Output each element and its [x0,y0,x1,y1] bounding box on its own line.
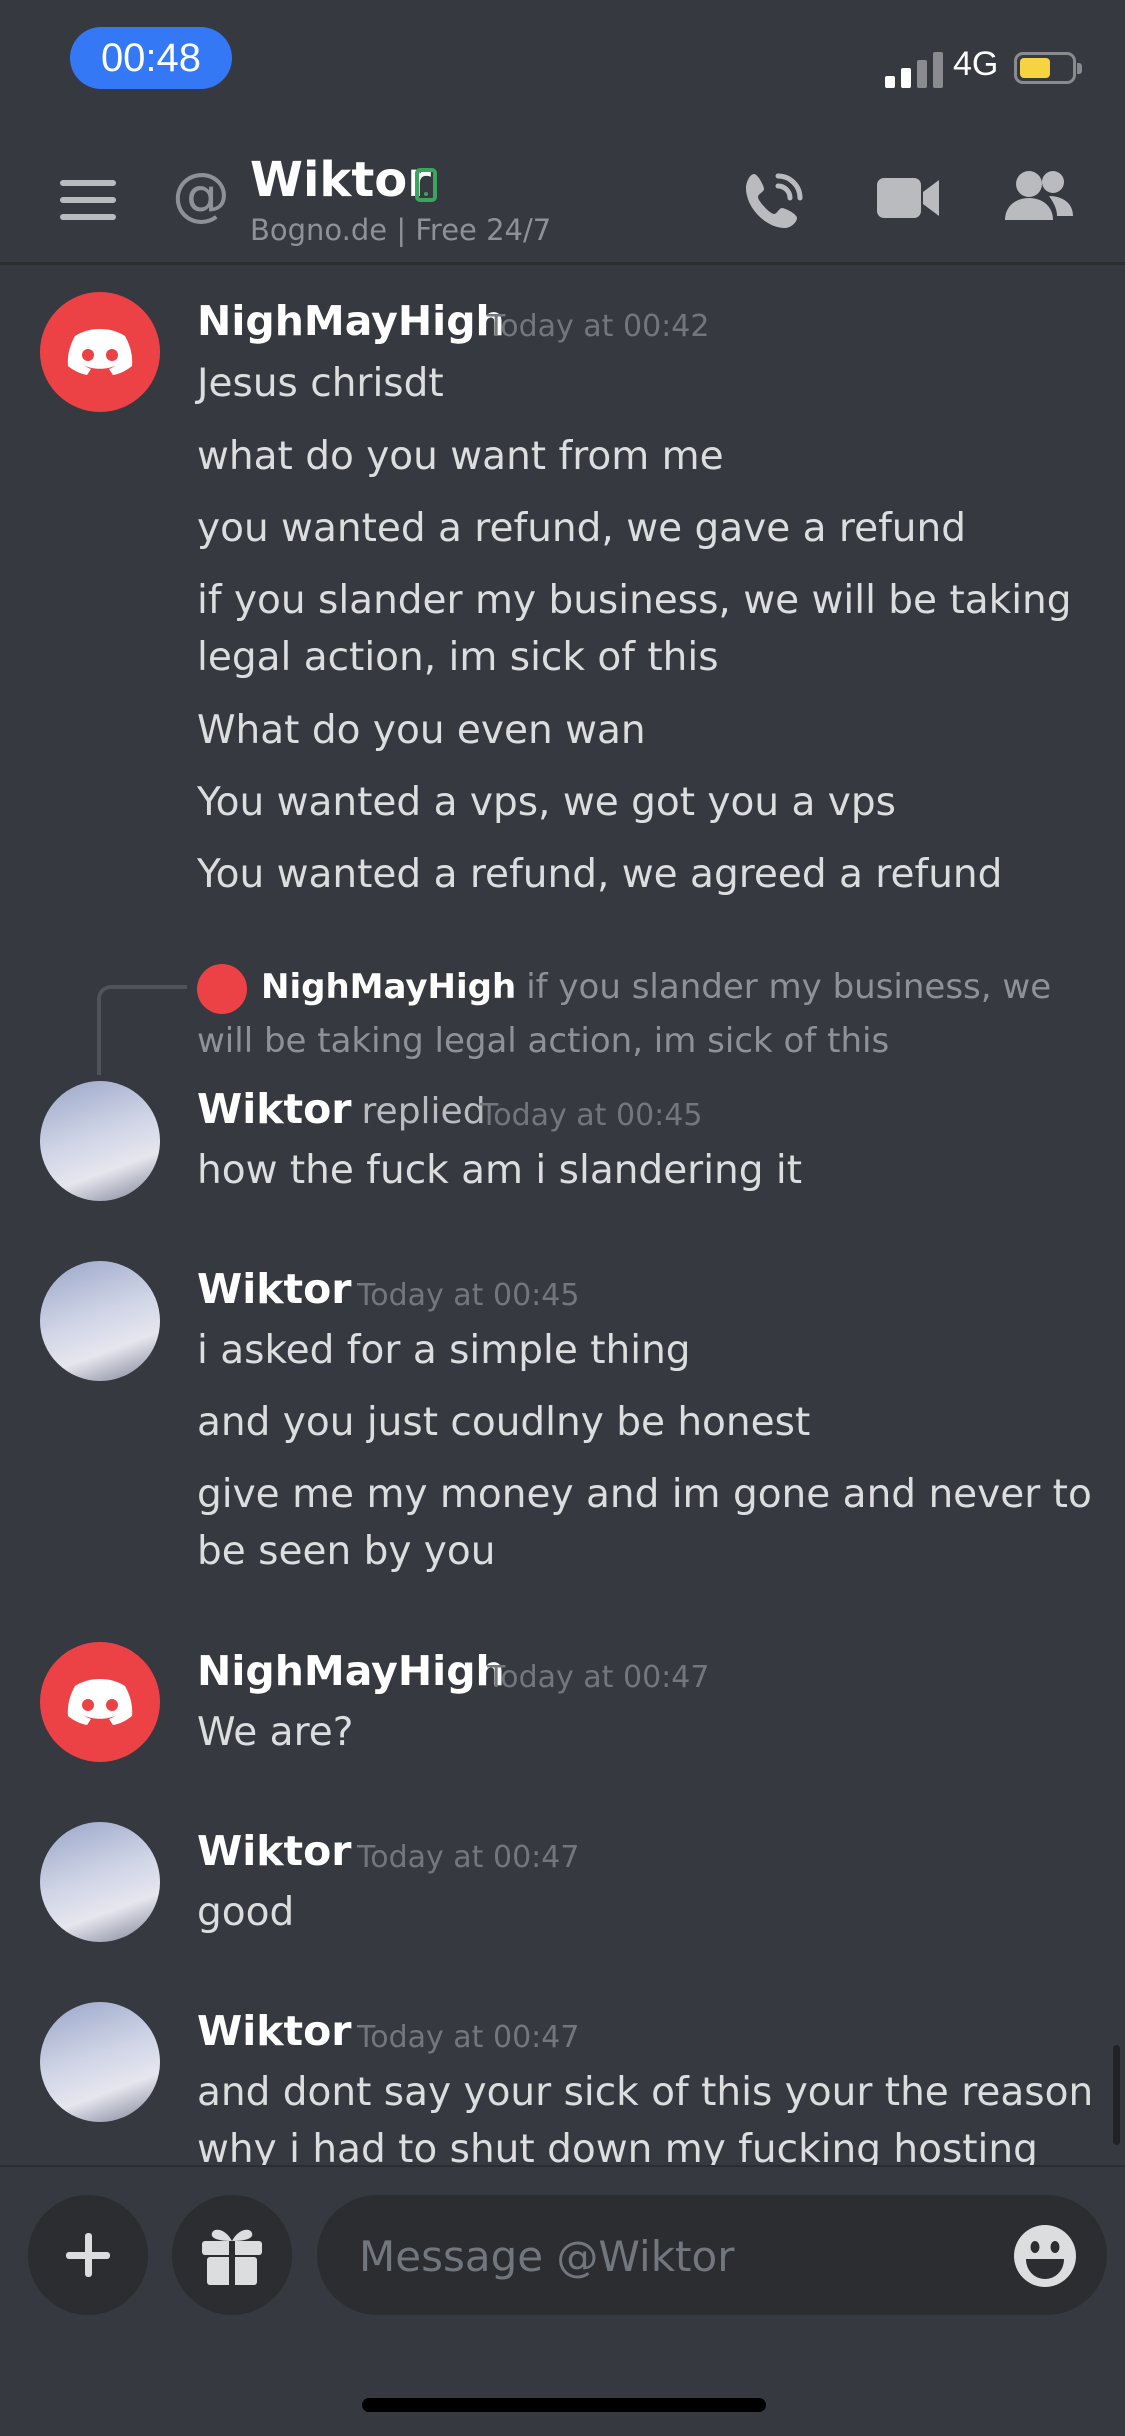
message-line[interactable]: you wanted a refund, we gave a refund [197,500,1097,557]
message-timestamp: Today at 00:45 [480,1098,703,1133]
network-type: 4G [953,45,999,83]
message-line[interactable]: if you slander my business, we will be t… [197,572,1097,686]
message-timestamp: Today at 00:45 [357,1278,580,1313]
message-line[interactable]: give me my money and im gone and never t… [197,1466,1097,1580]
add-attachment-button[interactable] [28,2195,148,2315]
avatar-photo[interactable] [40,1261,160,1381]
mobile-status-icon [415,168,437,202]
message-timestamp: Today at 00:47 [357,1840,580,1875]
message-line[interactable]: You wanted a refund, we agreed a refund [197,846,1097,903]
status-bar: 00:48 4G [0,0,1125,130]
emoji-icon[interactable] [1012,2223,1078,2289]
gift-icon [202,2229,262,2285]
message-list[interactable]: NighMayHigh Today at 00:42 Jesus chrisdt… [0,265,1125,2165]
call-icon[interactable] [740,168,808,232]
avatar-photo[interactable] [40,1822,160,1942]
members-icon[interactable] [1003,168,1075,228]
channel-title[interactable]: Wiktor [250,152,431,208]
message-timestamp: Today at 00:47 [357,2020,580,2055]
scrollbar[interactable] [1113,2045,1120,2145]
channel-header: @ Wiktor Bogno.de | Free 24/7 [0,130,1125,265]
home-indicator[interactable] [362,2398,766,2412]
message-author[interactable]: NighMayHigh [197,1647,505,1695]
message-line[interactable]: and you just coudlny be honest [197,1394,1097,1451]
message-line[interactable]: how the fuck am i slandering it [197,1142,1097,1199]
message-input-container [317,2195,1107,2317]
gift-button[interactable] [172,2195,292,2315]
message-line[interactable]: and dont say your sick of this your the … [197,2064,1097,2165]
avatar-discord-icon[interactable] [40,292,160,412]
hamburger-menu-icon[interactable] [60,180,116,220]
video-icon[interactable] [875,168,941,228]
message-line[interactable]: what do you want from me [197,428,1097,485]
message-author[interactable]: Wiktor [197,2007,352,2055]
message-author[interactable]: Wiktor [197,1827,352,1875]
avatar-photo[interactable] [40,1081,160,1201]
reply-preview[interactable]: NighMayHigh if you slander my business, w… [197,960,1087,1068]
message-line[interactable]: We are? [197,1704,1097,1761]
status-time: 00:48 [70,27,232,89]
channel-subtitle: Bogno.de | Free 24/7 [250,213,552,247]
message-line[interactable]: good [197,1884,1097,1941]
at-icon: @ [172,160,230,228]
message-line[interactable]: What do you even wan [197,702,1097,759]
message-line[interactable]: You wanted a vps, we got you a vps [197,774,1097,831]
reply-avatar-discord-icon [197,963,247,1014]
message-author[interactable]: Wiktor [197,1265,352,1313]
message-line[interactable]: Jesus chrisdt [197,355,1097,412]
avatar-photo[interactable] [40,2002,160,2122]
replied-label: replied [361,1091,486,1132]
battery-icon [1014,52,1082,84]
cellular-signal-icon [885,52,947,88]
message-timestamp: Today at 00:42 [487,309,710,344]
reply-connector [97,985,187,1075]
avatar-discord-icon[interactable] [40,1642,160,1762]
plus-icon [66,2233,110,2277]
reply-author: NighMayHigh [261,967,517,1007]
message-author[interactable]: NighMayHigh [197,297,505,345]
message-timestamp: Today at 00:47 [487,1660,710,1695]
message-input[interactable] [357,2195,1001,2317]
message-author[interactable]: Wiktor replied [197,1085,486,1133]
message-line[interactable]: i asked for a simple thing [197,1322,1097,1379]
message-composer [0,2165,1125,2436]
